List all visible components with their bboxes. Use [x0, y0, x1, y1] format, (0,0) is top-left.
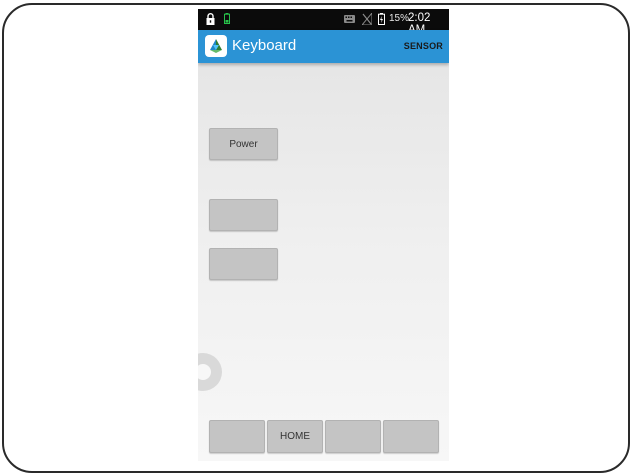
- home-key[interactable]: HOME: [267, 420, 323, 453]
- floating-handle-icon[interactable]: [198, 353, 222, 391]
- nav-key-row: HOME: [209, 420, 439, 453]
- nav-key-4[interactable]: [383, 420, 439, 453]
- phone-screen: 15% 2:02 AM Keyboard SENSOR Power HOME: [198, 9, 449, 461]
- app-logo-icon: [205, 35, 227, 57]
- sensor-button[interactable]: SENSOR: [404, 41, 443, 51]
- status-bar: 15% 2:02 AM: [198, 9, 449, 36]
- app-title: Keyboard: [232, 37, 297, 54]
- nav-key-1[interactable]: [209, 420, 265, 453]
- lock-icon: [206, 13, 215, 25]
- power-button[interactable]: Power: [209, 128, 278, 160]
- nav-key-3[interactable]: [325, 420, 381, 453]
- battery-notification-icon: [224, 13, 230, 24]
- battery-percent: 15%: [389, 13, 410, 24]
- blank-button-1[interactable]: [209, 199, 278, 231]
- no-signal-icon: [362, 13, 372, 25]
- keyboard-icon: [344, 15, 355, 23]
- blank-button-2[interactable]: [209, 248, 278, 280]
- app-bar: Keyboard SENSOR: [198, 30, 449, 63]
- battery-charging-icon: [378, 13, 385, 25]
